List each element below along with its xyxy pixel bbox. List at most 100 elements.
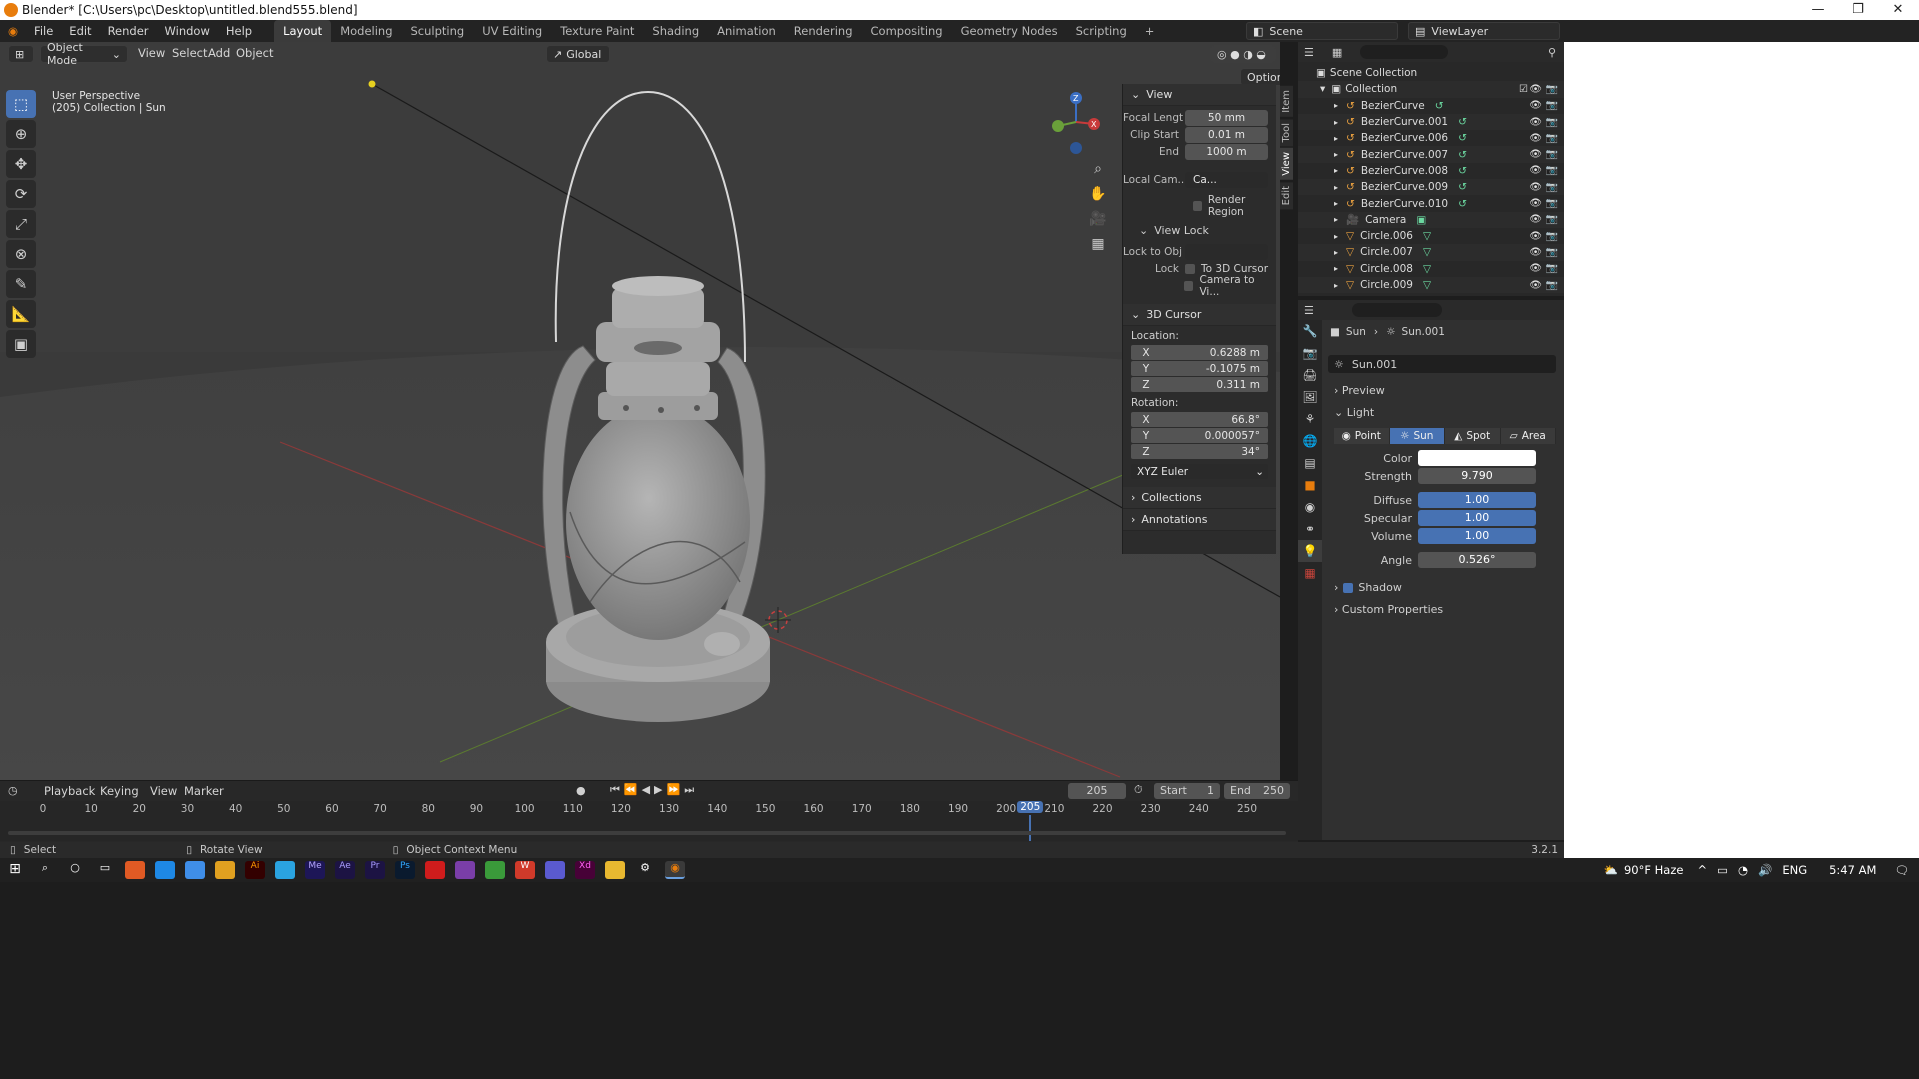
weather-text[interactable]: 90°F Haze [1624,863,1683,877]
expand-icon[interactable]: ▸ [1334,215,1338,224]
tab-uv-editing[interactable]: UV Editing [473,20,551,42]
chrome-icon[interactable] [215,861,235,879]
cursor-location-y[interactable]: Y -0.1075 m [1131,361,1268,376]
render-icon[interactable]: 📷 [1546,149,1558,160]
section-annotations-header[interactable]: › Annotations [1123,509,1276,531]
render-icon[interactable]: 📷 [1546,84,1558,95]
scene-collection-row[interactable]: ▣ Scene Collection [1298,65,1564,81]
outliner-item[interactable]: ▸ ↺ BezierCurve.001 ↺ 👁 📷 [1298,113,1564,131]
camera-to-view-checkbox[interactable] [1183,281,1194,291]
cursor-location-x[interactable]: X 0.6288 m [1131,345,1268,360]
maximize-icon[interactable]: ❐ [1838,0,1878,20]
section-view-lock-header[interactable]: ⌄ View Lock [1123,222,1276,238]
windows-start-icon[interactable]: ⊞ [5,861,25,879]
outliner-item[interactable]: ▸ 🎥 Camera ▣ 👁 📷 [1298,211,1564,228]
view-layer-tab-icon[interactable]: 🖼 [1298,386,1322,408]
tab-texture-paint[interactable]: Texture Paint [551,20,643,42]
filter-icon[interactable]: ⚲ [1548,46,1556,59]
shadow-checkbox[interactable] [1343,582,1354,593]
render-tab-icon[interactable]: 📷 [1298,342,1322,364]
custom-properties-header[interactable]: › Custom Properties [1334,603,1443,616]
render-icon[interactable]: 📷 [1546,214,1558,225]
strength-field[interactable]: 9.790 [1418,468,1536,484]
eye-icon[interactable]: 👁 [1529,133,1542,144]
lock-to-object-field[interactable] [1185,244,1268,260]
viewport-menu-object[interactable]: Object [228,42,281,64]
expand-icon[interactable]: ▸ [1334,281,1338,290]
clock[interactable]: 5:47 AM [1829,863,1876,877]
section-collections-header[interactable]: › Collections [1123,487,1276,509]
scene-selector[interactable]: ◧ Scene [1246,22,1398,40]
section-view-header[interactable]: ⌄ View [1123,84,1276,106]
photoshop-icon[interactable]: Ps [395,861,415,879]
render-icon[interactable]: 📷 [1546,263,1558,274]
auto-keying-icon[interactable]: ● [576,784,586,797]
grid-perspective-icon[interactable]: ▦ [1088,232,1108,257]
search-icon[interactable]: ⌕ [35,861,55,879]
volume-icon[interactable]: 🔊 [1758,863,1772,877]
render-icon[interactable]: 📷 [1546,165,1558,176]
stopwatch-icon[interactable]: ⏱ [1134,783,1143,797]
tab-sculpting[interactable]: Sculpting [402,20,474,42]
world-tab-icon[interactable]: 🌐 [1298,430,1322,452]
rotation-mode-dropdown[interactable]: XYZ Euler ⌄ [1131,464,1268,479]
keying-menu[interactable]: Keying [92,780,147,802]
eye-icon[interactable]: 👁 [1529,117,1542,128]
outliner-item[interactable]: ▸ ▽ Circle.007 ▽ 👁 📷 [1298,244,1564,261]
physics-tab-icon[interactable]: ◉ [1298,496,1322,518]
scale-tool-icon[interactable]: ⤢ [6,210,36,238]
volume-slider[interactable]: 1.00 [1418,528,1536,544]
tab-tool[interactable]: Tool [1280,118,1293,147]
light-type-sun[interactable]: ☼ Sun [1389,428,1445,444]
after-effects-icon[interactable]: Ae [335,861,355,879]
move-tool-icon[interactable]: ✥ [6,150,36,178]
zoom-icon[interactable]: ⌕ [1088,157,1108,182]
output-tab-icon[interactable]: 🖨 [1298,364,1322,386]
transform-orientation-dropdown[interactable]: ↗ Global [546,45,610,63]
tray-chevron-icon[interactable]: ^ [1697,863,1707,877]
marker-menu[interactable]: Marker [176,780,232,802]
collection-tab-icon[interactable]: ▤ [1298,452,1322,474]
settings-gear-icon[interactable]: ⚙ [635,861,655,879]
cursor-rotation-x[interactable]: X 66.8° [1131,412,1268,427]
minimize-icon[interactable]: — [1798,0,1838,20]
exclude-checkbox[interactable]: ☑ [1519,84,1528,95]
clip-end-field[interactable]: 1000 m [1185,144,1268,160]
timeline-ruler[interactable]: 0 10 20 30 40 50 60 70 80 90 100 110 120 130 140 150 160… [0,801,1298,841]
outliner-item[interactable]: ▸ ↺ BezierCurve.008 ↺ 👁 📷 [1298,163,1564,179]
expand-icon[interactable]: ▸ [1334,134,1338,143]
language-indicator[interactable]: ENG [1782,863,1807,877]
tool-tab-icon[interactable]: 🔧 [1298,320,1322,342]
light-type-area[interactable]: ▱ Area [1500,428,1556,444]
eye-icon[interactable]: 👁 [1529,100,1542,111]
tab-geometry-nodes[interactable]: Geometry Nodes [952,20,1067,42]
transform-tool-icon[interactable]: ⊗ [6,240,36,268]
clip-start-field[interactable]: 0.01 m [1185,127,1268,143]
media-encoder-icon[interactable]: Me [305,861,325,879]
scene-tab-icon[interactable]: ⚘ [1298,408,1322,430]
local-camera-field[interactable]: Ca... [1185,172,1268,188]
light-panel-header[interactable]: ⌄ Light [1334,406,1374,419]
menu-window[interactable]: Window [157,20,218,42]
eye-icon[interactable]: 👁 [1529,214,1542,225]
expand-icon[interactable]: ▸ [1334,264,1338,273]
select-box-tool-icon[interactable]: ⬚ [6,90,36,118]
weather-icon[interactable]: ⛅ [1604,863,1618,877]
brave-browser-icon[interactable] [125,861,145,879]
expand-icon[interactable]: ▸ [1334,183,1338,192]
outliner-item[interactable]: ▸ ↺ BezierCurve.010 ↺ 👁 📷 [1298,195,1564,211]
timeline-scrollbar[interactable] [8,831,1286,835]
3d-viewport[interactable]: ⊞ Object Mode ⌄ View Select Add Object ↗… [0,42,1280,780]
xd-icon[interactable]: Xd [575,861,595,879]
blender-menu-icon[interactable]: ◉ [0,20,26,42]
expand-icon[interactable]: ▸ [1334,199,1338,208]
display-mode-icon[interactable]: ▦ [1332,46,1342,59]
tab-rendering[interactable]: Rendering [785,20,862,42]
wifi-icon[interactable]: ◔ [1738,863,1748,877]
start-frame-field[interactable]: Start 1 [1154,783,1220,799]
eye-icon[interactable]: 👁 [1529,231,1542,242]
illustrator-icon[interactable]: Ai [245,861,265,879]
wps-icon[interactable]: W [515,861,535,879]
tab-shading[interactable]: Shading [643,20,708,42]
render-icon[interactable]: 📷 [1546,280,1558,291]
